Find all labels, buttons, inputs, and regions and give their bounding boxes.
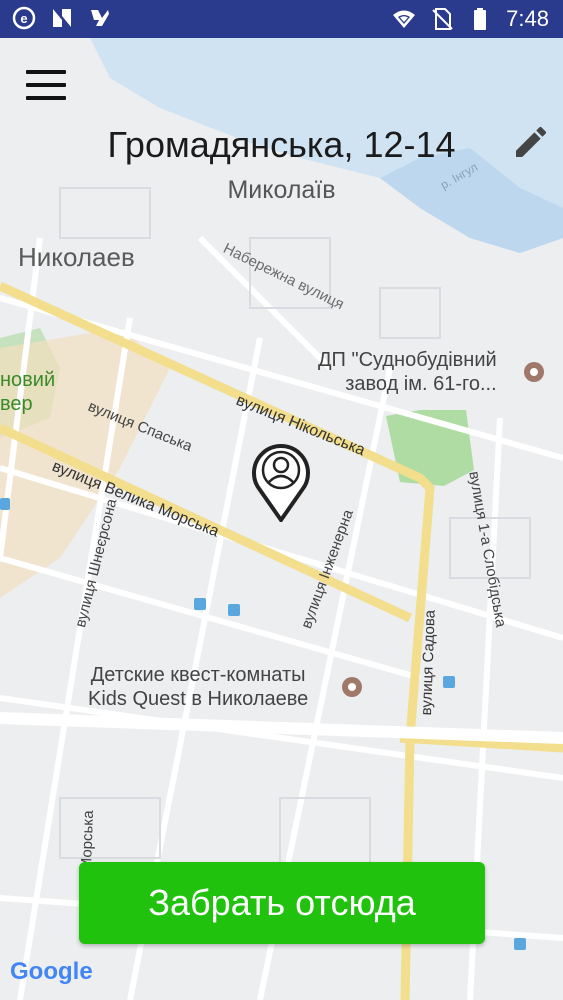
city-label: Николаев [18,242,135,272]
e-app-icon: e [12,6,36,30]
menu-button[interactable] [24,70,70,104]
status-left-icons: e [12,6,112,30]
poi-shipyard[interactable]: ДП "Суднобудівний завод ім. 61-го... [318,348,497,396]
park-label-line1: новий [0,369,56,391]
poi-shipyard-line2: завод ім. 61-го... [345,373,497,395]
downloads-icon [91,10,109,26]
park-label: новий вер [0,368,55,416]
menu-icon-bar-2 [26,83,66,87]
pickup-here-button[interactable]: Забрать отсюда [79,862,485,944]
location-pin-icon [252,444,310,522]
address-title: Громадянська, 12-14 [107,124,456,165]
status-bar: e 7:48 [0,0,563,38]
menu-icon-bar-3 [26,96,66,100]
poi-kids-quest-line1: Детские квест-комнаты [90,664,306,686]
n-app-icon [53,9,71,27]
poi-kids-quest[interactable]: Детские квест-комнаты Kids Quest в Никол… [88,663,308,711]
park-label-line2: вер [0,393,33,415]
no-sim-icon [432,8,453,30]
clock: 7:48 [506,6,549,31]
address-city: Миколаїв [227,176,336,204]
battery-icon [474,8,487,30]
poi-kids-quest-line2: Kids Quest в Николаеве [88,688,309,710]
wifi-icon [393,10,416,28]
menu-icon-bar-1 [26,70,66,74]
status-right-icons: 7:48 [392,6,549,32]
edit-icon[interactable] [511,122,551,162]
google-attribution: Google [10,958,93,986]
svg-text:e: e [20,11,27,26]
google-logo: Google [10,958,93,985]
poi-shipyard-line1: ДП "Суднобудівний [318,349,497,371]
